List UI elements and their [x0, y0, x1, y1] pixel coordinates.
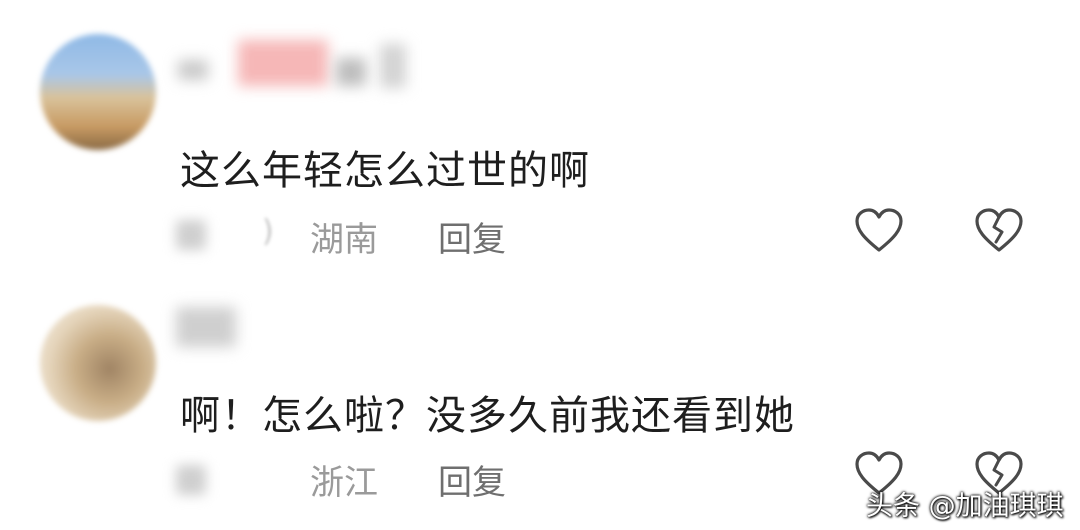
comment-item: 这么年轻怎么过世的啊 ) 湖南 回复 — [0, 0, 1080, 260]
like-button[interactable] — [854, 208, 904, 254]
heart-outline-icon — [855, 208, 903, 252]
location-label: 湖南 — [310, 220, 378, 260]
broken-heart-icon — [975, 208, 1023, 252]
source-watermark: 头条 @加油琪琪 — [866, 491, 1064, 522]
dislike-button[interactable] — [974, 208, 1024, 254]
location-label: 浙江 — [310, 463, 378, 503]
reply-button[interactable]: 回复 — [438, 455, 506, 504]
timestamp-redacted — [176, 220, 206, 250]
timestamp-redacted — [176, 465, 206, 495]
comment-meta: ) 湖南 回复 — [0, 0, 1080, 260]
reply-button[interactable]: 回复 — [438, 212, 506, 261]
timestamp-partial: ) — [262, 214, 274, 249]
